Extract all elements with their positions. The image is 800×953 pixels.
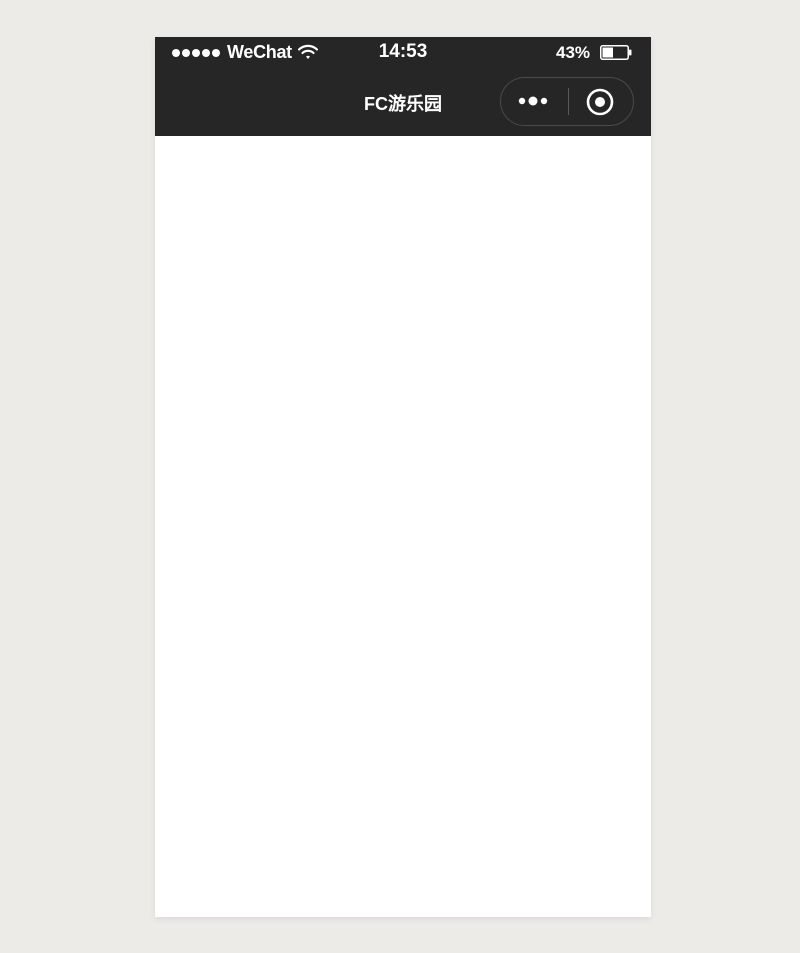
battery-percentage: 43%	[556, 43, 591, 62]
mini-program-capsule	[500, 77, 634, 126]
target-circle-icon[interactable]	[585, 87, 615, 117]
page-content	[155, 136, 651, 917]
phone-frame: WeChat 14:53 43% FC游乐园	[155, 37, 651, 917]
more-dots-icon[interactable]	[515, 91, 555, 111]
top-bar: WeChat 14:53 43% FC游乐园	[155, 37, 651, 136]
battery-icon	[600, 45, 632, 60]
battery-fill	[602, 47, 613, 58]
capsule-divider	[568, 88, 569, 115]
nav-bar: FC游乐园	[155, 69, 651, 136]
status-bar: WeChat 14:53 43%	[155, 37, 651, 69]
